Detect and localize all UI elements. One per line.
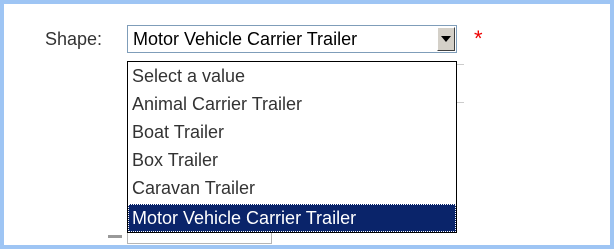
shape-select-value: Motor Vehicle Carrier Trailer: [133, 29, 358, 49]
dropdown-option[interactable]: Animal Carrier Trailer: [128, 90, 456, 118]
chevron-down-icon: [441, 36, 451, 42]
shape-select[interactable]: Motor Vehicle Carrier Trailer: [127, 25, 457, 53]
dropdown-arrow-button[interactable]: [437, 27, 455, 51]
dropdown-option[interactable]: Box Trailer: [128, 146, 456, 174]
shape-dropdown-list: Select a value Animal Carrier Trailer Bo…: [127, 61, 457, 233]
dropdown-option[interactable]: Boat Trailer: [128, 118, 456, 146]
dropdown-option[interactable]: Caravan Trailer: [128, 174, 456, 202]
required-asterisk: *: [474, 26, 483, 51]
form-panel: Shape: Motor Vehicle Carrier Trailer * S…: [0, 0, 614, 249]
dropdown-option[interactable]: Select a value: [128, 62, 456, 90]
background-icon: [108, 235, 122, 238]
shape-label: Shape:: [45, 29, 103, 49]
dropdown-option-selected[interactable]: Motor Vehicle Carrier Trailer: [128, 204, 456, 232]
